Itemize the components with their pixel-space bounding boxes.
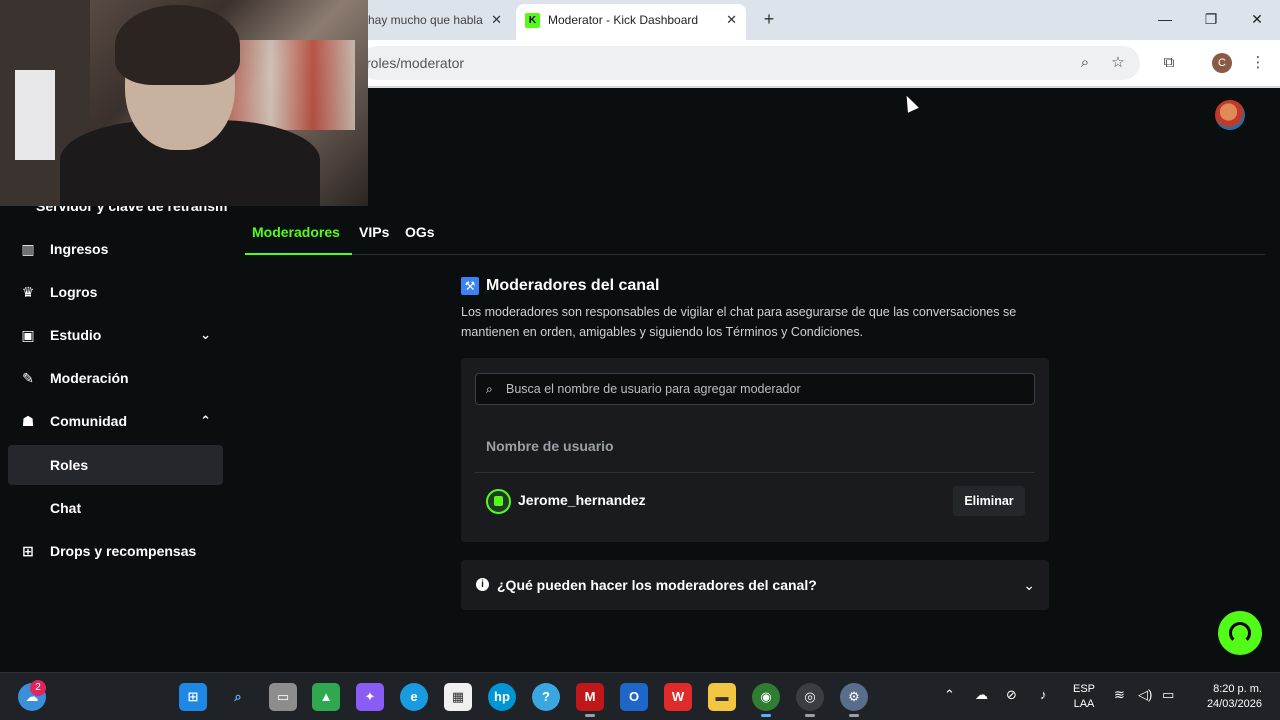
obs-icon[interactable]: ◎ bbox=[796, 683, 824, 711]
file-explorer-icon[interactable]: ▬ bbox=[708, 683, 736, 711]
clock-time: 8:20 p. m. bbox=[1213, 683, 1262, 695]
column-header-username: Nombre de usuario bbox=[486, 438, 614, 454]
sidebar-item-drops[interactable]: ⊞ Drops y recompensas bbox=[8, 531, 223, 571]
bookmark-star-icon[interactable]: ☆ bbox=[1107, 52, 1129, 74]
avatar bbox=[486, 489, 511, 514]
gift-icon: ⊞ bbox=[22, 543, 34, 559]
close-tab-icon[interactable]: ✕ bbox=[491, 6, 502, 34]
moderators-card: ⌕ Nombre de usuario Jerome_hernandez Eli… bbox=[461, 358, 1049, 542]
tab-moderadores[interactable]: Moderadores bbox=[252, 224, 340, 240]
new-tab-button[interactable]: + bbox=[758, 8, 780, 30]
windows-taskbar: ☁ 2 ⊞ ⌕ ▭ ▲ ✦ e ▦ hp ? M O W ▬ ◉ ◎ ⚙ ⌃ ☁… bbox=[0, 672, 1280, 720]
section-description: Los moderadores son responsables de vigi… bbox=[461, 305, 1017, 339]
chrome-icon[interactable]: ◉ bbox=[752, 683, 780, 711]
close-tab-icon[interactable]: ✕ bbox=[726, 4, 737, 36]
divider bbox=[368, 86, 1280, 88]
clock-date: 24/03/2026 bbox=[1206, 698, 1262, 710]
divider bbox=[475, 472, 1035, 473]
wrench-icon: ✎ bbox=[22, 370, 34, 386]
wps-office-icon[interactable]: W bbox=[664, 683, 692, 711]
edge-icon[interactable]: e bbox=[400, 683, 428, 711]
sidebar-item-chat[interactable]: Chat bbox=[8, 488, 223, 528]
sidebar-item-label: Ingresos bbox=[50, 241, 109, 257]
browser-menu-icon[interactable]: ⋮ bbox=[1247, 52, 1269, 74]
hammer-icon: ⚒ bbox=[461, 277, 479, 295]
sidebar-item-label: Roles bbox=[50, 457, 89, 473]
chevron-up-icon[interactable]: ⌃ bbox=[200, 401, 211, 441]
show-hidden-icons-icon[interactable]: ⌃ bbox=[944, 687, 955, 703]
browser-tab-active[interactable]: K Moderator - Kick Dashboard ✕ bbox=[516, 4, 746, 40]
close-window-icon[interactable]: ✕ bbox=[1246, 8, 1268, 30]
address-bar[interactable]: roles/moderator bbox=[360, 46, 1140, 80]
studio-icon: ▣ bbox=[21, 327, 35, 343]
browser-tab-title: hay mucho que habla bbox=[368, 13, 483, 27]
sidebar-item-label: Chat bbox=[50, 500, 82, 516]
mcafee-icon[interactable]: M bbox=[576, 683, 604, 711]
remove-moderator-button[interactable]: Eliminar bbox=[953, 486, 1025, 516]
android-studio-icon[interactable]: ▲ bbox=[312, 683, 340, 711]
language-indicator[interactable]: ESP LAA bbox=[1072, 682, 1096, 712]
info-icon: i bbox=[476, 578, 489, 591]
trophy-icon: ♛ bbox=[21, 284, 35, 300]
wifi-icon[interactable]: ≋ bbox=[1114, 687, 1125, 703]
microphone-icon[interactable]: ♪ bbox=[1040, 687, 1047, 702]
users-icon: ☗ bbox=[21, 413, 35, 429]
sidebar-item-estudio[interactable]: ▣ Estudio ⌄ bbox=[8, 315, 223, 355]
section-title: ⚒ Moderadores del canal bbox=[461, 275, 659, 297]
sidebar-item-label: Comunidad bbox=[50, 413, 127, 429]
outlook-icon[interactable]: O bbox=[620, 683, 648, 711]
search-icon: ⌕ bbox=[486, 382, 493, 396]
tabs-divider bbox=[245, 254, 1265, 255]
sidebar-item-roles[interactable]: Roles bbox=[8, 445, 223, 485]
support-chat-button[interactable] bbox=[1218, 611, 1262, 655]
search-icon[interactable]: ⌕ bbox=[224, 683, 252, 711]
search-field[interactable]: ⌕ bbox=[475, 373, 1035, 405]
chevron-down-icon[interactable]: ⌄ bbox=[1023, 560, 1035, 610]
tab-vips[interactable]: VIPs bbox=[359, 224, 389, 240]
task-view-icon[interactable]: ▭ bbox=[269, 683, 297, 711]
chevron-down-icon[interactable]: ⌄ bbox=[200, 315, 211, 355]
section-title-text: Moderadores del canal bbox=[486, 277, 660, 294]
browser-tab-title: Moderator - Kick Dashboard bbox=[548, 13, 699, 27]
battery-icon[interactable]: ▭ bbox=[1162, 687, 1174, 703]
zoom-icon[interactable]: ⌕ bbox=[1074, 52, 1096, 74]
faq-accordion[interactable]: i ¿Qué pueden hacer los moderadores del … bbox=[461, 560, 1049, 610]
start-menu-icon[interactable]: ⊞ bbox=[179, 683, 207, 711]
restore-window-icon[interactable]: ❐ bbox=[1200, 8, 1222, 30]
browser-tab-inactive[interactable]: hay mucho que habla ✕ bbox=[360, 6, 510, 34]
system-clock[interactable]: 8:20 p. m. 24/03/2026 bbox=[1196, 682, 1262, 712]
sidebar-item-ingresos[interactable]: ▥ Ingresos bbox=[8, 229, 223, 269]
help-icon[interactable]: ? bbox=[532, 683, 560, 711]
browser-profile-avatar[interactable]: C bbox=[1212, 53, 1232, 73]
sidebar-item-label: Drops y recompensas bbox=[50, 543, 197, 559]
volume-icon[interactable]: ◁) bbox=[1138, 687, 1152, 703]
kick-favicon-icon: K bbox=[525, 13, 540, 28]
tab-ogs[interactable]: OGs bbox=[405, 224, 435, 240]
copilot-icon[interactable]: ✦ bbox=[356, 683, 384, 711]
faq-label: ¿Qué pueden hacer los moderadores del ca… bbox=[497, 577, 817, 593]
moderator-username: Jerome_hernandez bbox=[518, 492, 646, 508]
onedrive-icon[interactable]: ☁ bbox=[975, 687, 988, 703]
user-avatar[interactable] bbox=[1215, 100, 1245, 130]
sidebar-item-label: Logros bbox=[50, 284, 98, 300]
sidebar-item-label: Estudio bbox=[50, 327, 102, 343]
store-icon[interactable]: ▦ bbox=[444, 683, 472, 711]
search-input[interactable] bbox=[506, 374, 1026, 404]
sidebar-item-moderacion[interactable]: ✎ Moderación bbox=[8, 358, 223, 398]
notification-badge: 2 bbox=[30, 680, 46, 696]
sidebar-item-logros[interactable]: ♛ Logros bbox=[8, 272, 223, 312]
sidebar-item-label: Moderación bbox=[50, 370, 129, 386]
settings-icon[interactable]: ⚙ bbox=[840, 683, 868, 711]
hp-icon[interactable]: hp bbox=[488, 683, 516, 711]
extensions-icon[interactable]: ⧉ bbox=[1158, 52, 1180, 74]
bar-chart-icon: ▥ bbox=[21, 241, 35, 257]
webcam-overlay bbox=[0, 0, 368, 206]
camera-off-icon[interactable]: ⊘ bbox=[1006, 687, 1017, 703]
sidebar-item-comunidad[interactable]: ☗ Comunidad ⌃ bbox=[8, 401, 223, 441]
headset-icon bbox=[1229, 622, 1251, 644]
minimize-window-icon[interactable]: — bbox=[1154, 8, 1176, 30]
address-url[interactable]: roles/moderator bbox=[366, 46, 464, 80]
active-tab-indicator bbox=[245, 253, 352, 255]
